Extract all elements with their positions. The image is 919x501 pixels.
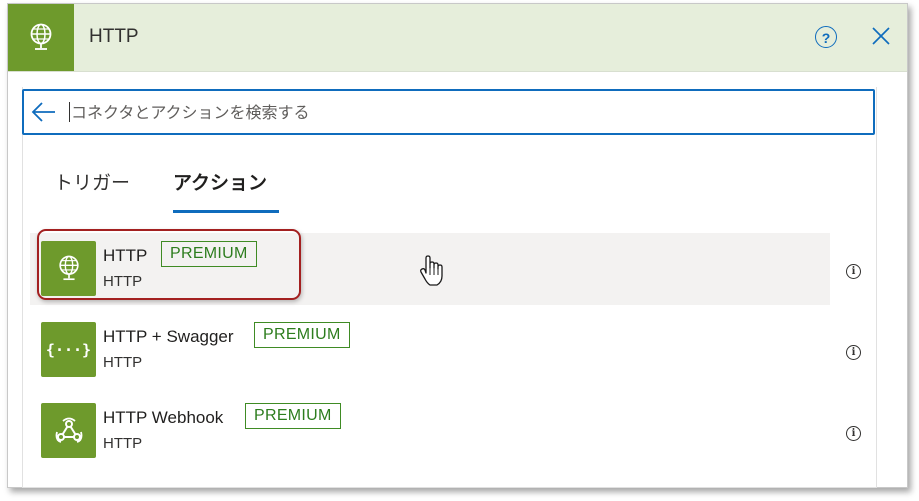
help-icon[interactable]: ? (815, 26, 837, 48)
panel-header: HTTP ? (8, 4, 907, 72)
info-icon[interactable]: i (846, 345, 861, 360)
search-box[interactable] (22, 89, 875, 135)
action-name: HTTP Webhook (103, 408, 224, 427)
premium-badge: PREMIUM (254, 322, 350, 348)
text-caret (69, 102, 70, 122)
action-icon-tile: {···} (41, 322, 96, 377)
tab-trigger[interactable]: トリガー (54, 168, 130, 195)
action-item-http-swagger[interactable]: {···} HTTP + Swagger PREMIUM HTTP (30, 314, 830, 386)
connector-icon-tile (8, 4, 74, 71)
premium-badge: PREMIUM (245, 403, 341, 429)
info-icon[interactable]: i (846, 264, 861, 279)
tab-action[interactable]: アクション (173, 168, 267, 195)
hand-cursor-icon (420, 255, 443, 286)
action-connector: HTTP (103, 435, 143, 452)
search-input[interactable] (71, 99, 851, 125)
back-arrow-icon[interactable] (31, 101, 57, 123)
info-icon[interactable]: i (846, 426, 861, 441)
close-icon[interactable] (871, 26, 891, 46)
action-connector: HTTP (103, 354, 143, 371)
panel-title: HTTP (89, 26, 139, 47)
swagger-braces-icon: {···} (45, 340, 92, 359)
globe-icon (30, 23, 52, 50)
action-icon-tile (41, 403, 96, 458)
webhook-icon (55, 417, 82, 443)
active-tab-indicator (173, 210, 279, 213)
action-item-http-webhook[interactable]: HTTP Webhook PREMIUM HTTP (30, 395, 830, 467)
action-name: HTTP + Swagger (103, 327, 234, 346)
selection-highlight (37, 229, 301, 300)
